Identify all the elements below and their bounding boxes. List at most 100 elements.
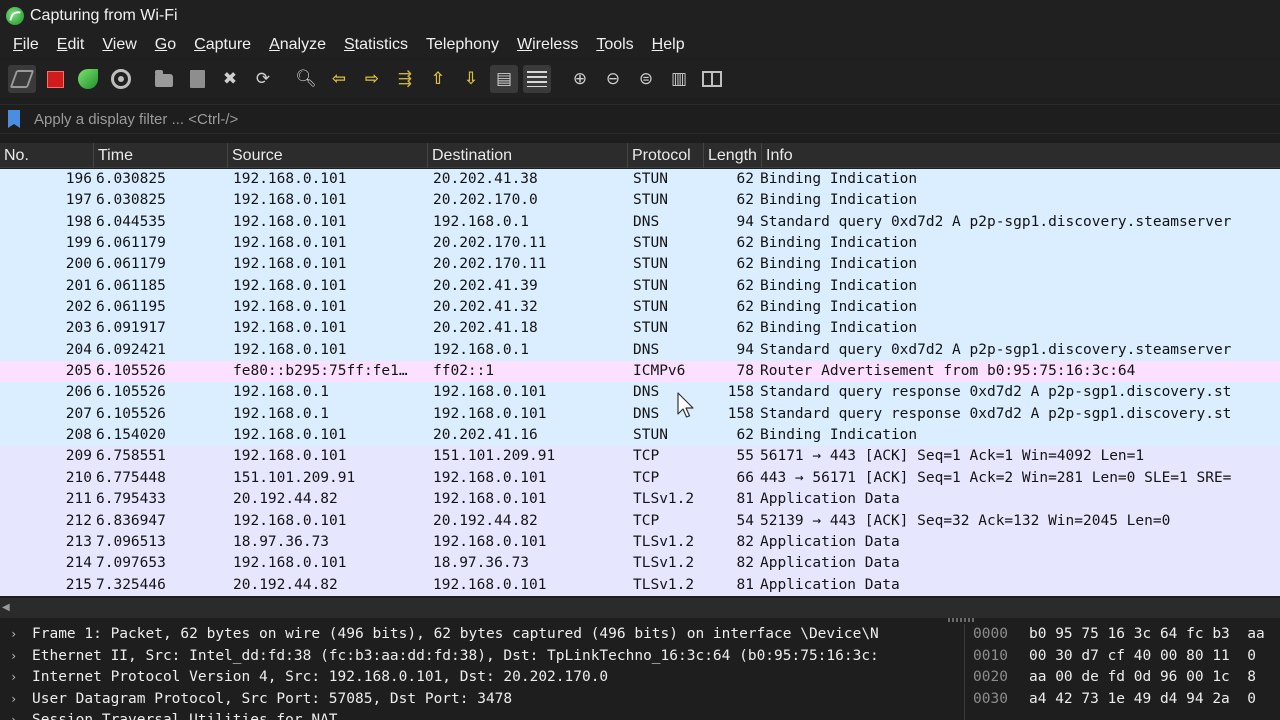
resize-columns-icon[interactable]: ▥ [665, 65, 693, 93]
packet-row[interactable]: 215 7.325446 20.192.44.82 192.168.0.101 TLSv… [0, 574, 1280, 596]
close-file-icon[interactable]: ✖ [216, 65, 244, 93]
packet-row[interactable]: 202 6.061195 192.168.0.101 20.202.41.32 STUN… [0, 297, 1280, 319]
packet-row[interactable]: 207 6.105526 192.168.0.1 192.168.0.101 DNS 15… [0, 403, 1280, 426]
hex-row[interactable]: 0010 00 30 d7 cf 40 00 80 11 0 [965, 646, 1280, 668]
detail-tree-item[interactable]: › Ethernet II, Src: Intel_dd:fd:38 (fc:b3… [0, 646, 960, 668]
packet-list-horizontal-scrollbar[interactable]: ◀ [0, 598, 1280, 618]
go-to-packet-icon[interactable]: ⇶ [391, 65, 419, 93]
packet-row[interactable]: 200 6.061179 192.168.0.101 20.202.170.11 STU… [0, 254, 1280, 276]
column-header-source[interactable]: Source [228, 142, 428, 168]
bookmark-icon[interactable] [8, 110, 20, 128]
expand-arrow-icon[interactable]: › [0, 667, 32, 689]
menu-label: apture [205, 36, 252, 53]
packet-row[interactable]: 201 6.061185 192.168.0.101 20.202.41.39 STUN… [0, 275, 1280, 298]
packet-row[interactable]: 209 6.758551 192.168.0.101 151.101.209.91 TC… [0, 446, 1280, 468]
packet-length: 62 [736, 235, 754, 252]
scroll-left-icon[interactable]: ◀ [2, 602, 14, 614]
packet-time: 6.061185 [96, 277, 166, 294]
save-file-icon[interactable] [183, 65, 211, 93]
menu-go[interactable]: Go [146, 32, 185, 58]
menu-statistics[interactable]: Statistics [335, 32, 417, 58]
packet-row[interactable]: 212 6.836947 192.168.0.101 20.192.44.82 TCP 5… [0, 510, 1280, 532]
menu-mnemonic: S [344, 36, 355, 53]
packet-time: 6.044535 [96, 213, 166, 230]
layout-icon[interactable] [698, 65, 726, 93]
packet-destination: 20.202.170.11 [433, 235, 547, 252]
hex-row[interactable]: 0000 b0 95 75 16 3c 64 fc b3 aa [965, 624, 1280, 646]
packet-row[interactable]: 204 6.092421 192.168.0.101 192.168.0.1 DNS 94… [0, 339, 1280, 362]
menu-telephony[interactable]: Telephony [417, 32, 508, 58]
pane-splitter-handle[interactable] [948, 618, 976, 622]
start-capture-icon[interactable] [8, 65, 36, 93]
packet-row[interactable]: 210 6.775448 151.101.209.91 192.168.0.101 TC… [0, 467, 1280, 490]
auto-scroll-icon[interactable]: ▤ [490, 65, 518, 93]
packet-info: Router Advertisement from b0:95:75:16:3c… [760, 363, 1136, 380]
go-back-icon[interactable]: ⇦ [325, 65, 353, 93]
expand-arrow-icon[interactable]: › [0, 646, 32, 668]
menu-edit[interactable]: Edit [48, 32, 94, 58]
column-header-destination[interactable]: Destination [428, 142, 628, 168]
first-packet-icon[interactable]: ⇧ [424, 65, 452, 93]
detail-tree-item[interactable]: › Internet Protocol Version 4, Src: 192.1… [0, 667, 960, 689]
packet-no: 206 [65, 384, 92, 401]
packet-row[interactable]: 213 7.096513 18.97.36.73 192.168.0.101 TLSv1… [0, 531, 1280, 554]
packet-row[interactable]: 211 6.795433 20.192.44.82 192.168.0.101 TLSv… [0, 489, 1280, 511]
menu-tools[interactable]: Tools [587, 32, 642, 58]
expand-arrow-icon[interactable]: › [0, 689, 32, 711]
packet-row[interactable]: 208 6.154020 192.168.0.101 20.202.41.16 STUN… [0, 425, 1280, 447]
packet-protocol: ICMPv6 [633, 363, 686, 380]
menu-label: ile [22, 36, 39, 53]
restart-capture-icon[interactable] [74, 65, 102, 93]
packet-row[interactable]: 206 6.105526 192.168.0.1 192.168.0.101 DNS 15… [0, 382, 1280, 404]
packet-row[interactable]: 203 6.091917 192.168.0.101 20.202.41.18 STUN… [0, 318, 1280, 340]
column-header-protocol[interactable]: Protocol [628, 142, 704, 168]
packet-length: 55 [736, 448, 754, 465]
expand-arrow-icon[interactable]: › [0, 624, 32, 646]
hex-row[interactable]: 0020 aa 00 de fd 0d 96 00 1c 8 [965, 667, 1280, 689]
reload-file-icon[interactable]: ⟳ [249, 65, 277, 93]
colorize-icon[interactable] [523, 65, 551, 93]
packet-source: 192.168.0.101 [233, 277, 347, 294]
column-header-length[interactable]: Length [704, 142, 762, 168]
last-packet-icon[interactable]: ⇩ [457, 65, 485, 93]
detail-tree-item[interactable]: › Frame 1: Packet, 62 bytes on wire (496 … [0, 624, 960, 646]
menu-analyze[interactable]: Analyze [260, 32, 335, 58]
packet-no: 203 [65, 320, 92, 337]
stop-capture-icon[interactable] [41, 65, 69, 93]
window-title: Capturing from Wi-Fi [30, 7, 178, 24]
expand-arrow-icon[interactable]: › [0, 710, 32, 720]
packet-no: 202 [65, 299, 92, 316]
zoom-in-icon[interactable]: ⊕ [566, 65, 594, 93]
column-header-info[interactable]: Info [762, 143, 1280, 168]
detail-tree-item[interactable]: › Session Traversal Utilities for NAT [0, 710, 960, 720]
packet-row[interactable]: 214 7.097653 192.168.0.101 18.97.36.73 TLSv1… [0, 553, 1280, 575]
packet-row[interactable]: 199 6.061179 192.168.0.101 20.202.170.11 STU… [0, 233, 1280, 255]
menu-help[interactable]: Help [643, 32, 694, 58]
hex-row[interactable]: 0030 a4 42 73 1e 49 d4 94 2a 0 [965, 689, 1280, 711]
packet-length: 66 [736, 469, 754, 486]
menu-capture[interactable]: Capture [185, 32, 260, 58]
capture-options-icon[interactable] [107, 65, 135, 93]
open-file-icon[interactable] [150, 65, 178, 93]
packet-destination: 20.202.41.32 [433, 299, 538, 316]
packet-destination: 192.168.0.101 [433, 469, 547, 486]
menu-wireless[interactable]: Wireless [508, 32, 587, 58]
packet-row[interactable]: 196 6.030825 192.168.0.101 20.202.41.38 STUN… [0, 169, 1280, 191]
menu-file[interactable]: File [4, 32, 48, 58]
packet-destination: 20.202.170.0 [433, 192, 538, 209]
go-forward-icon[interactable]: ⇨ [358, 65, 386, 93]
normal-size-icon[interactable]: ⊜ [632, 65, 660, 93]
menu-view[interactable]: View [93, 32, 145, 58]
column-header-time[interactable]: Time [94, 142, 228, 168]
packet-row[interactable]: 205 6.105526 fe80::b295:75ff:fe1… ff02::1 IC… [0, 361, 1280, 383]
packet-row[interactable]: 198 6.044535 192.168.0.101 192.168.0.1 DNS 94… [0, 211, 1280, 234]
column-header-no[interactable]: No. [0, 142, 94, 168]
display-filter-input[interactable] [34, 106, 1280, 132]
packet-protocol: DNS [633, 341, 660, 358]
zoom-out-icon[interactable]: ⊖ [599, 65, 627, 93]
packet-time: 6.061195 [96, 299, 166, 316]
packet-row[interactable]: 197 6.030825 192.168.0.101 20.202.170.0 STUN… [0, 190, 1280, 212]
menu-label: Telephony [426, 36, 499, 53]
detail-tree-item[interactable]: › User Datagram Protocol, Src Port: 57085… [0, 689, 960, 711]
find-packet-icon[interactable]: 🔍︎ [292, 65, 320, 93]
